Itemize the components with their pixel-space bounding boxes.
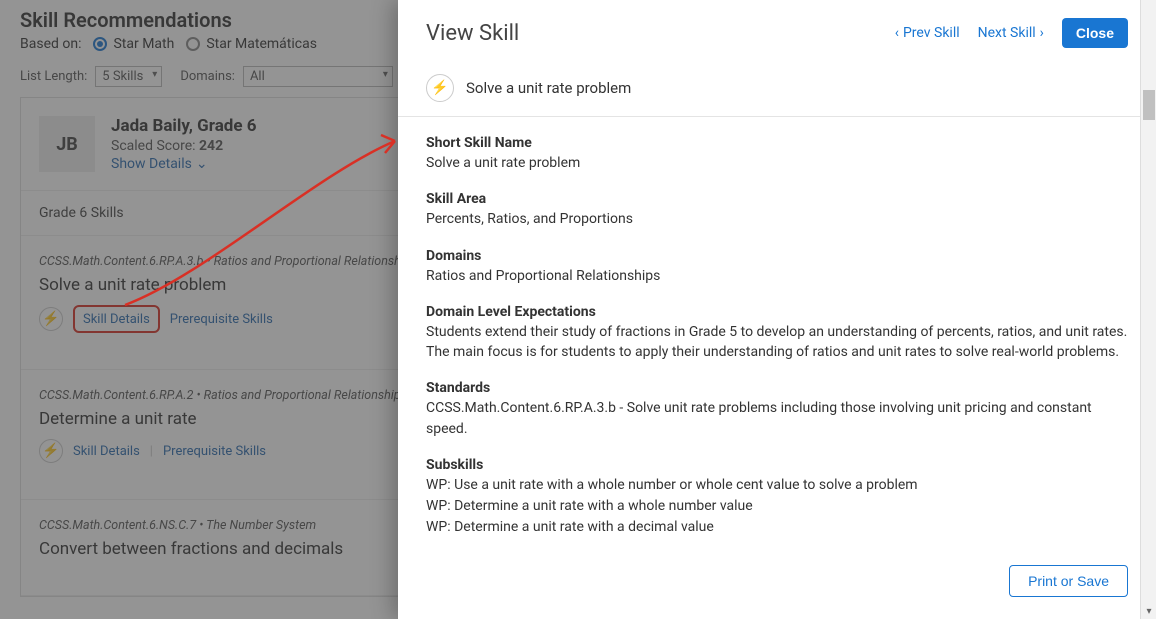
show-details-label: Show Details — [111, 156, 192, 172]
next-skill-label: Next Skill — [978, 25, 1036, 41]
subskill-item: WP: Determine a unit rate with a whole n… — [426, 496, 1128, 517]
panel-skill-heading: Solve a unit rate problem — [466, 79, 631, 97]
prev-skill-label: Prev Skill — [903, 25, 960, 41]
view-skill-panel: View Skill ‹ Prev Skill Next Skill › Clo… — [398, 0, 1156, 619]
based-on-label: Based on: — [20, 36, 81, 52]
skill-details-link[interactable]: Skill Details — [73, 444, 140, 459]
prev-skill-link[interactable]: ‹ Prev Skill — [895, 25, 960, 41]
close-button[interactable]: Close — [1062, 18, 1128, 48]
list-length-label: List Length: — [20, 69, 87, 84]
short-skill-name-label: Short Skill Name — [426, 135, 1128, 151]
list-length-select[interactable]: 5 Skills — [95, 66, 162, 87]
scaled-score-label: Scaled Score: — [111, 138, 196, 154]
panel-header: View Skill ‹ Prev Skill Next Skill › Clo… — [398, 0, 1156, 66]
subskills-label: Subskills — [426, 457, 1128, 473]
chevron-left-icon: ‹ — [895, 25, 899, 41]
bolt-icon: ⚡ — [426, 74, 454, 102]
panel-title: View Skill — [426, 21, 519, 46]
radio-star-math-label: Star Math — [113, 36, 174, 52]
panel-nav: ‹ Prev Skill Next Skill › Close — [895, 18, 1128, 48]
skill-details-link[interactable]: Skill Details — [83, 312, 150, 327]
standards-label: Standards — [426, 380, 1128, 396]
radio-unchecked-icon — [186, 37, 200, 51]
scaled-score-value: 242 — [199, 138, 223, 154]
radio-checked-icon — [93, 37, 107, 51]
skill-area-value: Percents, Ratios, and Proportions — [426, 209, 1128, 229]
scroll-thumb[interactable] — [1143, 90, 1155, 120]
short-skill-name-value: Solve a unit rate problem — [426, 153, 1128, 173]
panel-subheader: ⚡ Solve a unit rate problem — [398, 66, 1156, 117]
skill-area-label: Skill Area — [426, 191, 1128, 207]
domains-field-label: Domains — [426, 248, 1128, 264]
avatar: JB — [39, 116, 95, 172]
panel-scrollbar[interactable]: ▾ — [1140, 0, 1156, 619]
panel-body[interactable]: Short Skill Name Solve a unit rate probl… — [398, 117, 1156, 551]
next-skill-link[interactable]: Next Skill › — [978, 25, 1044, 41]
domains-select[interactable]: All — [243, 66, 393, 87]
separator: | — [150, 444, 153, 459]
dle-label: Domain Level Expectations — [426, 304, 1128, 320]
panel-footer: Print or Save — [398, 551, 1156, 619]
domains-label: Domains: — [180, 69, 235, 84]
show-details-link[interactable]: Show Details ⌄ — [111, 156, 208, 172]
radio-star-matematicas[interactable]: Star Matemáticas — [186, 36, 317, 52]
radio-star-matematicas-label: Star Matemáticas — [206, 36, 317, 52]
skill-details-highlight: Skill Details — [73, 305, 160, 333]
chevron-down-icon: ⌄ — [196, 156, 208, 172]
domains-field-value: Ratios and Proportional Relationships — [426, 266, 1128, 286]
subskill-item: WP: Use a unit rate with a whole number … — [426, 475, 1128, 496]
subskill-item: WP: Determine a unit rate with a decimal… — [426, 517, 1128, 538]
scroll-down-icon[interactable]: ▾ — [1141, 603, 1156, 619]
print-or-save-button[interactable]: Print or Save — [1009, 565, 1128, 597]
scaled-score: Scaled Score: 242 — [111, 138, 257, 154]
bolt-icon[interactable]: ⚡ — [39, 307, 63, 331]
dle-value: Students extend their study of fractions… — [426, 322, 1128, 363]
student-name: Jada Baily, Grade 6 — [111, 116, 257, 136]
chevron-right-icon: › — [1040, 25, 1044, 41]
radio-star-math[interactable]: Star Math — [93, 36, 174, 52]
prereq-link[interactable]: Prerequisite Skills — [163, 444, 266, 459]
bolt-icon[interactable]: ⚡ — [39, 439, 63, 463]
prereq-link[interactable]: Prerequisite Skills — [170, 312, 273, 327]
standards-value: CCSS.Math.Content.6.RP.A.3.b - Solve uni… — [426, 398, 1128, 439]
